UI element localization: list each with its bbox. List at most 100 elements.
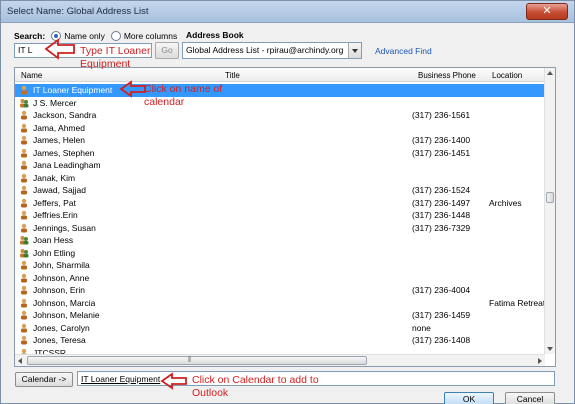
row-name: Jawad, Sajjad — [33, 185, 86, 195]
row-name: Jackson, Sandra — [33, 110, 97, 120]
scroll-thumb[interactable] — [546, 192, 554, 203]
list-item[interactable]: Jawad, Sajjad (317) 236-1524 — [15, 184, 545, 197]
row-phone: (317) 236-1400 — [412, 135, 471, 145]
annotation-arrow-icon — [160, 372, 187, 390]
address-book-selected: Global Address List - rpirau@archindy.or… — [186, 45, 344, 55]
row-phone: (317) 236-1497 — [412, 197, 471, 208]
chevron-down-icon[interactable] — [348, 43, 361, 58]
row-phone: (317) 236-1448 — [412, 210, 471, 220]
person-icon — [21, 210, 27, 220]
list-item[interactable]: Jeffries.Erin (317) 236-1448 — [15, 209, 545, 222]
annotation-arrow-icon — [44, 38, 75, 60]
row-name: Jennings, Susan — [33, 222, 96, 233]
row-name: Johnson, Erin — [33, 285, 85, 295]
person-icon — [21, 173, 27, 182]
click-name-annotation: Click on name of calendar — [144, 83, 223, 108]
list-item[interactable]: John, Sharmila — [15, 259, 545, 272]
row-name: Johnson, Anne — [33, 272, 90, 283]
list-item[interactable]: Jama, Ahmed — [15, 122, 545, 135]
list-item[interactable]: Johnson, Erin (317) 236-4004 — [15, 284, 545, 297]
column-header-title[interactable]: Title — [225, 71, 240, 80]
radio-unselected-icon — [110, 31, 121, 41]
list-item[interactable]: Johnson, Marcia Fatima Retreat — [15, 297, 545, 310]
list-item[interactable]: Joan Hess — [15, 234, 545, 247]
search-options: Search: Name only More columns — [14, 29, 177, 43]
contacts-list: Name Title Business Phone Location IT Lo… — [14, 67, 556, 367]
row-location: Archives — [489, 197, 522, 208]
horizontal-scrollbar[interactable] — [15, 354, 545, 366]
list-item[interactable]: Johnson, Anne — [15, 272, 545, 285]
row-phone: (317) 236-1451 — [412, 147, 471, 158]
list-item[interactable]: Jeffers, Pat (317) 236-1497 Archives — [15, 197, 545, 210]
row-name: John Etling — [33, 247, 76, 258]
row-name: J S. Mercer — [33, 97, 77, 108]
list-item[interactable]: James, Helen (317) 236-1400 — [15, 134, 545, 147]
list-item[interactable]: Johnson, Melanie (317) 236-1459 — [15, 309, 545, 322]
window-title: Select Name: Global Address List — [7, 6, 149, 17]
list-item[interactable]: John Etling — [15, 247, 545, 260]
row-name: Jeffers, Pat — [33, 197, 76, 208]
person-icon — [21, 148, 27, 157]
row-name: IT Loaner Equipment — [33, 85, 113, 95]
list-item[interactable]: Jana Leadingham — [15, 159, 545, 172]
row-name: James, Stephen — [33, 147, 95, 158]
person-icon — [21, 335, 27, 345]
list-item[interactable]: IT Loaner Equipment — [15, 84, 545, 97]
row-phone: (317) 236-4004 — [412, 285, 471, 295]
person-icon — [21, 273, 27, 282]
scroll-up-icon[interactable] — [545, 68, 555, 79]
vertical-scrollbar[interactable] — [544, 68, 555, 354]
row-name: Johnson, Marcia — [33, 297, 96, 308]
address-book-label: Address Book — [186, 30, 244, 40]
row-phone: (317) 236-1524 — [412, 185, 471, 195]
row-name: John, Sharmila — [33, 260, 90, 270]
person-icon — [21, 298, 27, 307]
list-rows: IT Loaner Equipment J S. Mercer Jackson, S… — [15, 84, 545, 359]
column-header-location[interactable]: Location — [492, 71, 522, 80]
row-name: Jana Leadingham — [33, 160, 101, 170]
row-phone: (317) 236-1561 — [412, 110, 471, 120]
group-icon — [20, 98, 29, 107]
list-item[interactable]: James, Stephen (317) 236-1451 — [15, 147, 545, 160]
row-name: Jones, Teresa — [33, 335, 86, 345]
person-icon — [21, 310, 27, 320]
calendar-button[interactable]: Calendar -> — [15, 372, 73, 387]
person-icon — [21, 198, 27, 207]
close-button[interactable]: ✕ — [526, 3, 568, 20]
more-columns-radio[interactable]: More columns — [110, 31, 178, 41]
row-name: Johnson, Melanie — [33, 310, 100, 320]
column-header-name[interactable]: Name — [21, 71, 42, 80]
person-icon — [21, 260, 27, 270]
list-item[interactable]: Jennings, Susan (317) 236-7329 — [15, 222, 545, 235]
group-icon — [20, 248, 29, 257]
person-icon — [21, 223, 27, 232]
horizontal-scroll-thumb[interactable] — [27, 355, 367, 365]
address-book-dropdown[interactable]: Global Address List - rpirau@archindy.or… — [182, 42, 362, 59]
person-icon — [21, 110, 27, 120]
calendar-recipient: IT Loaner Equipment — [81, 374, 161, 384]
row-location: Fatima Retreat — [489, 297, 546, 308]
ok-button[interactable]: OK — [444, 392, 494, 404]
row-phone: none — [412, 322, 431, 333]
list-item[interactable]: Jones, Teresa (317) 236-1408 — [15, 334, 545, 347]
row-phone: (317) 236-1408 — [412, 335, 471, 345]
cancel-button[interactable]: Cancel — [505, 392, 555, 404]
column-header-phone[interactable]: Business Phone — [418, 71, 476, 80]
row-name: Jama, Ahmed — [33, 122, 85, 133]
scroll-down-icon[interactable] — [545, 343, 555, 354]
person-icon — [21, 323, 27, 332]
close-icon: ✕ — [542, 5, 552, 17]
list-item[interactable]: Janak, Kim — [15, 172, 545, 185]
person-icon — [21, 285, 27, 295]
title-bar: Select Name: Global Address List ✕ — [1, 1, 574, 23]
more-columns-label: More columns — [123, 31, 178, 41]
advanced-find-link[interactable]: Advanced Find — [375, 46, 432, 56]
resource-icon — [21, 85, 27, 95]
row-name: James, Helen — [33, 135, 85, 145]
search-label: Search: — [14, 31, 46, 41]
list-item[interactable]: Jackson, Sandra (317) 236-1561 — [15, 109, 545, 122]
list-item[interactable]: J S. Mercer — [15, 97, 545, 110]
person-icon — [21, 185, 27, 195]
list-item[interactable]: Jones, Carolyn none — [15, 322, 545, 335]
row-name: Jones, Carolyn — [33, 322, 90, 333]
